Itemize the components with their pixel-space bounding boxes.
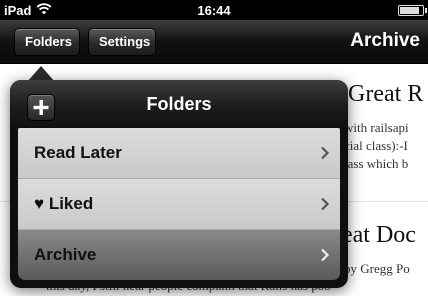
folder-item-archive[interactable]: Archive: [18, 230, 340, 280]
top-toolbar: Folders Settings Archive: [0, 20, 428, 64]
folder-item-label: ♥ Liked: [34, 194, 94, 213]
article-excerpt-line: lass which b: [344, 156, 409, 171]
article-excerpt-line: by Gregg Po: [344, 261, 410, 276]
settings-button[interactable]: Settings: [88, 28, 156, 56]
article-excerpt-line: cial class):-I: [344, 138, 408, 153]
popover-title: Folders: [146, 94, 212, 114]
battery-icon: [398, 5, 427, 16]
folder-item-liked[interactable]: ♥ Liked: [18, 179, 340, 230]
status-bar: iPad 16:44: [0, 0, 428, 20]
clock: 16:44: [197, 3, 231, 18]
article-title[interactable]: eat Doc: [342, 222, 416, 249]
folder-item-label: Archive: [34, 245, 97, 264]
article-title[interactable]: Great R: [348, 81, 423, 108]
folder-item-read-later[interactable]: Read Later: [18, 128, 340, 179]
popover-header: Folders: [10, 80, 348, 127]
folders-button[interactable]: Folders: [14, 28, 80, 56]
chevron-right-icon: [321, 146, 330, 160]
folder-item-label: Read Later: [34, 143, 122, 162]
article-excerpt-line: with railsapi: [344, 120, 409, 135]
battery-fill: [400, 7, 419, 14]
page-title: Archive: [350, 30, 420, 51]
chevron-right-icon: [321, 248, 330, 262]
folders-popover: Folders Read Later ♥ Liked Archive: [10, 80, 348, 288]
folder-list: Read Later ♥ Liked Archive: [18, 128, 340, 280]
chevron-right-icon: [321, 197, 330, 211]
